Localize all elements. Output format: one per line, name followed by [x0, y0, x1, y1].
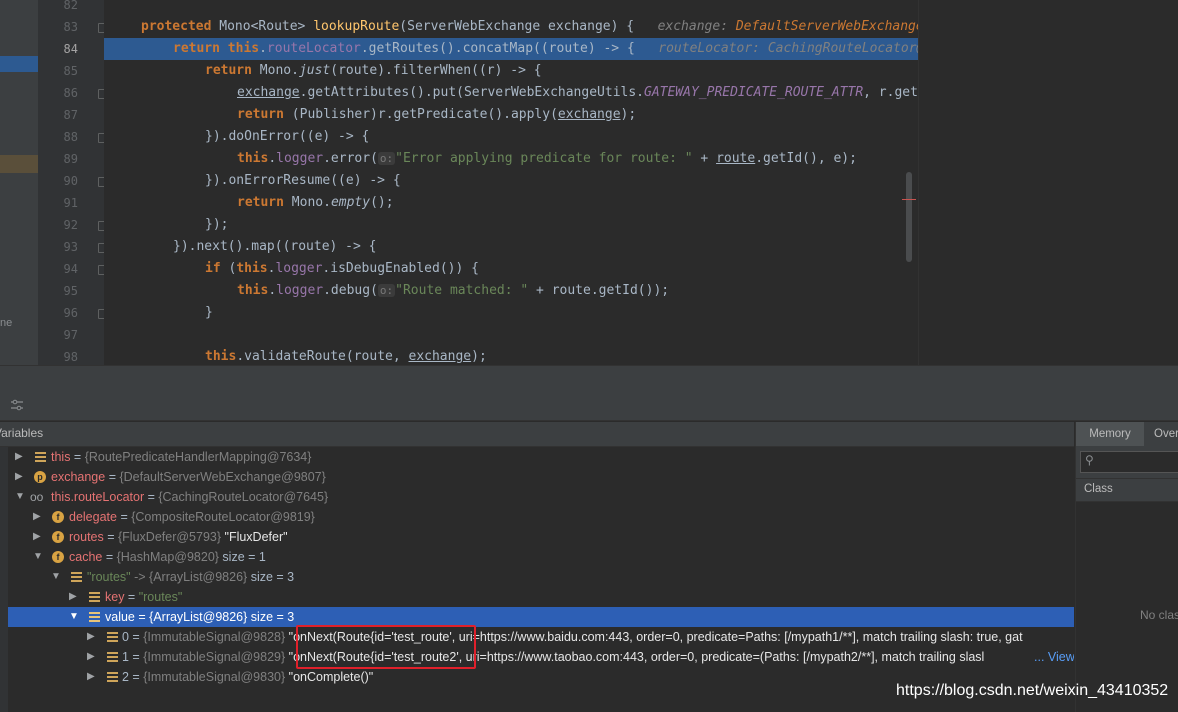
line-number: 85: [63, 64, 78, 78]
code-line-87: return (Publisher)r.getPredicate().apply…: [237, 107, 637, 122]
collapse-arrow-icon[interactable]: ▼: [15, 487, 25, 507]
code-line-90: }).onErrorResume((e) -> {: [205, 173, 401, 188]
watermark: https://blog.csdn.net/weixin_43410352: [896, 682, 1169, 699]
line-number: 92: [63, 218, 78, 232]
field-icon: [89, 592, 100, 602]
empty-state-text: No clas: [1140, 608, 1178, 622]
panel-divider[interactable]: [0, 365, 1178, 393]
line-number: 94: [63, 262, 78, 276]
line-number-current: 84: [63, 42, 78, 56]
map-entry-icon: [71, 572, 82, 582]
variable-row-selected[interactable]: ▼ value = {ArrayList@9826} size = 3: [8, 607, 1074, 627]
code-line-86: exchange.getAttributes().put(ServerWebEx…: [237, 85, 918, 100]
field-f-icon: f: [52, 551, 64, 563]
search-icon: ⚲: [1085, 453, 1094, 467]
watch-glasses-icon: oo: [30, 490, 44, 504]
line-number: 95: [63, 284, 78, 298]
field-icon: [107, 652, 118, 662]
code-editor[interactable]: protected Mono<Route> lookupRoute(Server…: [104, 0, 918, 365]
variables-gutter: [0, 447, 8, 712]
line-number: 86: [63, 86, 78, 100]
line-number: 82: [63, 0, 78, 12]
editor-gutter: 82 83 84 85 86 87 88 89 90 91 92 93 94 9…: [38, 0, 126, 365]
variable-row[interactable]: ▶ f routes = {FluxDefer@5793} "FluxDefer…: [8, 527, 1074, 547]
line-number: 91: [63, 196, 78, 210]
variable-row[interactable]: ▶ p exchange = {DefaultServerWebExchange…: [8, 467, 1074, 487]
code-line-88: }).doOnError((e) -> {: [205, 129, 370, 144]
annotation-highlight-box: [296, 625, 476, 669]
editor-scrollbar[interactable]: [906, 172, 912, 262]
variable-row[interactable]: ▼ oo this.routeLocator = {CachingRouteLo…: [8, 487, 1074, 507]
code-line-84-current: return this.routeLocator.getRoutes().con…: [104, 38, 918, 60]
line-number: 90: [63, 174, 78, 188]
variables-tree[interactable]: ▶ this = {RoutePredicateHandlerMapping@7…: [0, 447, 1074, 712]
project-tree-selection[interactable]: [0, 56, 38, 72]
expand-arrow-icon[interactable]: ▶: [87, 627, 97, 647]
class-list: No clas: [1076, 502, 1178, 712]
left-strip-label: ne: [0, 317, 13, 329]
right-editor-pane: [918, 0, 1178, 365]
line-number: 96: [63, 306, 78, 320]
expand-arrow-icon[interactable]: ▶: [69, 587, 79, 607]
variable-row[interactable]: ▼ "routes" -> {ArrayList@9826} size = 3: [8, 567, 1074, 587]
variables-header: Variables: [0, 422, 1074, 447]
code-line-83: protected Mono<Route> lookupRoute(Server…: [141, 19, 918, 34]
line-number: 83: [63, 20, 78, 34]
expand-arrow-icon[interactable]: ▶: [87, 647, 97, 667]
field-icon: [107, 672, 118, 682]
variables-title: Variables: [0, 426, 44, 440]
parameter-icon: p: [34, 471, 46, 483]
class-column-header[interactable]: Class: [1076, 478, 1178, 502]
line-number: 89: [63, 152, 78, 166]
code-line-93: }).next().map((route) -> {: [173, 239, 377, 254]
expand-arrow-icon[interactable]: ▶: [15, 447, 25, 467]
left-tool-strip: ne: [0, 0, 38, 365]
code-line-98: this.validateRoute(route, exchange);: [205, 349, 487, 364]
variable-row[interactable]: ▶ f delegate = {CompositeRouteLocator@98…: [8, 507, 1074, 527]
error-stripe-mark[interactable]: [902, 199, 916, 200]
variable-row[interactable]: ▶ 1 = {ImmutableSignal@9829} "onNext(Rou…: [8, 647, 1074, 667]
field-icon: [35, 452, 46, 462]
field-icon: [107, 632, 118, 642]
parameter-hint: o:: [377, 284, 396, 297]
code-line-85: return Mono.just(route).filterWhen((r) -…: [205, 63, 542, 78]
line-number: 97: [63, 328, 78, 342]
code-line-91: return Mono.empty();: [237, 195, 394, 210]
tab-memory[interactable]: Memory: [1076, 422, 1144, 446]
code-line-95: this.logger.debug(o: "Route matched: " + …: [237, 283, 670, 298]
code-line-96: }: [205, 305, 213, 320]
line-number: 98: [63, 350, 78, 364]
line-number: 93: [63, 240, 78, 254]
memory-panel: Memory Over ⚲ Class No clas: [1075, 422, 1178, 712]
variable-row[interactable]: ▶ 0 = {ImmutableSignal@9828} "onNext(Rou…: [8, 627, 1074, 647]
layout-settings-icon[interactable]: [10, 398, 24, 412]
variable-row[interactable]: ▶ this = {RoutePredicateHandlerMapping@7…: [8, 447, 1074, 467]
code-line-94: if (this.logger.isDebugEnabled()) {: [205, 261, 479, 276]
expand-arrow-icon[interactable]: ▶: [87, 667, 97, 687]
view-link[interactable]: ... View: [1032, 647, 1074, 667]
field-icon: [89, 612, 100, 622]
field-f-icon: f: [52, 511, 64, 523]
class-search-input[interactable]: ⚲: [1080, 451, 1178, 473]
line-number: 87: [63, 108, 78, 122]
variable-row[interactable]: ▼ f cache = {HashMap@9820} size = 1: [8, 547, 1074, 567]
debug-toolbar: [0, 392, 1178, 421]
expand-arrow-icon[interactable]: ▶: [15, 467, 25, 487]
line-number: 88: [63, 130, 78, 144]
expand-arrow-icon[interactable]: ▶: [33, 507, 43, 527]
collapse-arrow-icon[interactable]: ▼: [51, 567, 61, 587]
project-tree-item[interactable]: [0, 155, 38, 173]
collapse-arrow-icon[interactable]: ▼: [69, 607, 79, 627]
parameter-hint: o:: [377, 152, 396, 165]
code-line-92: });: [205, 217, 229, 232]
expand-arrow-icon[interactable]: ▶: [33, 527, 43, 547]
collapse-arrow-icon[interactable]: ▼: [33, 547, 43, 567]
code-line-89: this.logger.error(o: "Error applying pred…: [237, 151, 857, 166]
field-f-icon: f: [52, 531, 64, 543]
variable-row[interactable]: ▶ key = "routes": [8, 587, 1074, 607]
tab-overhead[interactable]: Over: [1154, 422, 1178, 446]
